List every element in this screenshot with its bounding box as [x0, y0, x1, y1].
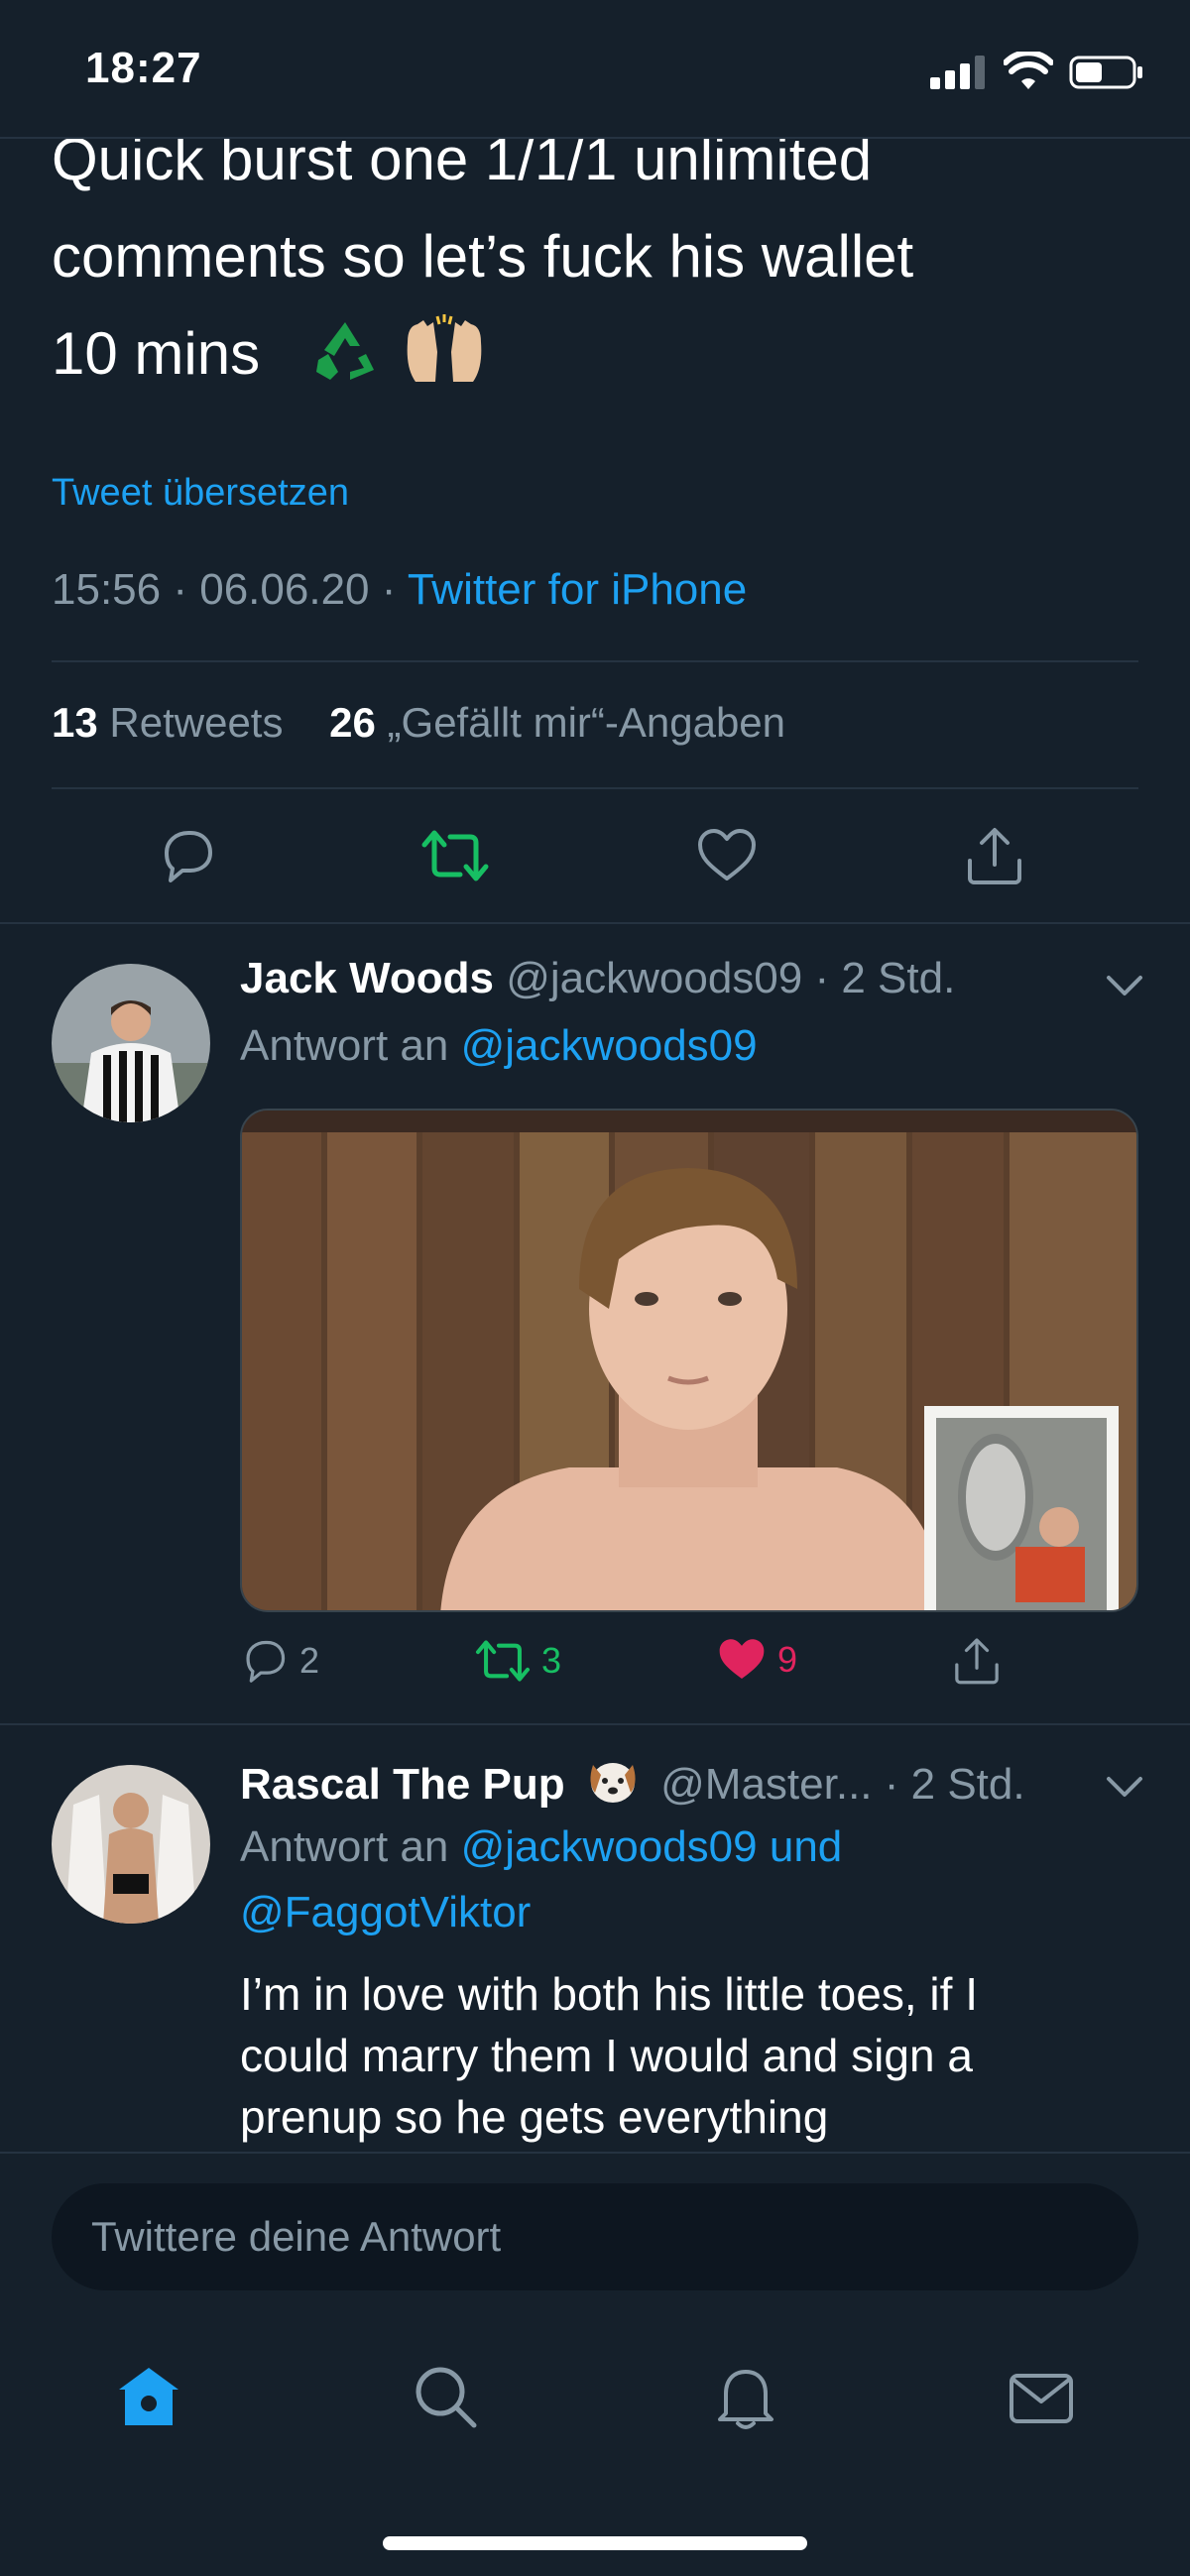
- heart-filled-icon: [719, 1639, 765, 1680]
- reply-time: · 2 Std.: [814, 954, 956, 1002]
- mail-icon: [1010, 2374, 1073, 2423]
- divider: [0, 1723, 1190, 1725]
- status-time: 18:27: [85, 44, 202, 92]
- reply-text-line: I’m in love with both his little toes, i…: [240, 1968, 978, 2020]
- reply-to-link[interactable]: @jackwoods09: [461, 1021, 758, 1070]
- tab-notifications[interactable]: [706, 2358, 785, 2437]
- retweet-count[interactable]: 13: [52, 699, 98, 746]
- tweet-meta: 15:56 · 06.06.20 · Twitter for iPhone: [52, 565, 748, 614]
- share-button[interactable]: [952, 1636, 1012, 1686]
- media-photo: [242, 1111, 1136, 1610]
- share-icon: [968, 828, 1021, 884]
- retweet-icon: [475, 1640, 531, 1682]
- compose-bar: [0, 2152, 1190, 2576]
- avatar-image: [52, 1765, 210, 1924]
- chevron-down-icon[interactable]: [1105, 974, 1144, 999]
- tweet-media-image[interactable]: [240, 1109, 1138, 1612]
- reply-text: I’m in love with both his little toes, i…: [240, 1963, 1093, 2148]
- reply-icon: [165, 831, 212, 882]
- dog-emoji-icon: [590, 1763, 636, 1803]
- like-count[interactable]: 26: [329, 699, 376, 746]
- like-button[interactable]: [692, 821, 762, 890]
- avatar[interactable]: [52, 1765, 210, 1924]
- retweet-count: 3: [541, 1640, 562, 1681]
- tab-messages[interactable]: [1002, 2358, 1081, 2437]
- reply-actions: 2 3 9: [0, 1636, 1190, 1696]
- like-label[interactable]: „Gefällt mir“-Angaben: [388, 699, 785, 746]
- search-icon: [416, 2367, 477, 2428]
- tweet-time: 15:56: [52, 565, 162, 614]
- tweet-text-line: comments so let’s fuck his wallet: [52, 223, 914, 290]
- divider: [52, 787, 1138, 789]
- reply-text-line: could marry them I would and sign a: [240, 2030, 973, 2081]
- tab-search[interactable]: [407, 2358, 486, 2437]
- like-button[interactable]: 9: [716, 1636, 797, 1684]
- reply-compose-input[interactable]: [52, 2183, 1138, 2290]
- retweet-button[interactable]: 3: [474, 1636, 561, 1686]
- reply-to-link[interactable]: @FaggotViktor: [240, 1880, 842, 1945]
- translate-tweet-link[interactable]: Tweet übersetzen: [52, 472, 349, 515]
- tweet-text-line: 10 mins: [52, 320, 261, 387]
- reply-to-prefix: Antwort an: [240, 1822, 449, 1871]
- chevron-down-icon[interactable]: [1105, 1775, 1144, 1801]
- tweet-source-link[interactable]: Twitter for iPhone: [408, 565, 747, 614]
- like-count: 9: [777, 1639, 798, 1680]
- reply-count: 2: [299, 1640, 320, 1681]
- tab-home[interactable]: [109, 2358, 188, 2437]
- author-handle[interactable]: @Master...: [660, 1760, 872, 1809]
- reply-text-line: prenup so he gets everything: [240, 2091, 829, 2143]
- avatar-image: [52, 964, 210, 1122]
- tweet-counts: 13 Retweets 26 „Gefällt mir“-Angaben: [52, 699, 785, 747]
- reply-button[interactable]: [153, 821, 222, 890]
- share-button[interactable]: [960, 821, 1029, 890]
- author-name[interactable]: Jack Woods: [240, 954, 494, 1002]
- battery-icon: [1069, 56, 1142, 89]
- recycle-emoji-icon: [315, 322, 374, 380]
- bell-icon: [718, 2370, 774, 2429]
- avatar[interactable]: [52, 964, 210, 1122]
- retweet-icon: [421, 830, 489, 881]
- divider: [0, 922, 1190, 924]
- reply-to: Antwort an @jackwoods09: [240, 1013, 758, 1079]
- author-name[interactable]: Rascal The Pup: [240, 1760, 565, 1809]
- reply-to-link[interactable]: @jackwoods09 und: [461, 1822, 843, 1871]
- home-icon: [119, 2368, 178, 2425]
- tweet-text: Quick burst one 1/1/1 unlimited comments…: [52, 111, 1142, 403]
- share-icon: [955, 1638, 999, 1685]
- status-bar: 18:27: [0, 0, 1190, 139]
- reply-to-prefix: Antwort an: [240, 1021, 449, 1070]
- signal-icon: [930, 56, 985, 89]
- retweet-button[interactable]: [420, 821, 490, 890]
- wifi-icon: [1004, 52, 1053, 89]
- tweet-date: 06.06.20: [199, 565, 370, 614]
- retweet-label[interactable]: Retweets: [109, 699, 283, 746]
- reply-to: Antwort an @jackwoods09 und @FaggotVikto…: [240, 1815, 842, 1945]
- reply-time: · 2 Std.: [884, 1760, 1025, 1809]
- heart-icon: [698, 829, 756, 880]
- author-handle[interactable]: @jackwoods09: [506, 954, 802, 1002]
- reply-icon: [246, 1640, 286, 1683]
- raised-hands-emoji-icon: [408, 314, 482, 382]
- divider: [52, 660, 1138, 662]
- reply-button[interactable]: 2: [240, 1636, 319, 1686]
- home-indicator[interactable]: [383, 2536, 807, 2550]
